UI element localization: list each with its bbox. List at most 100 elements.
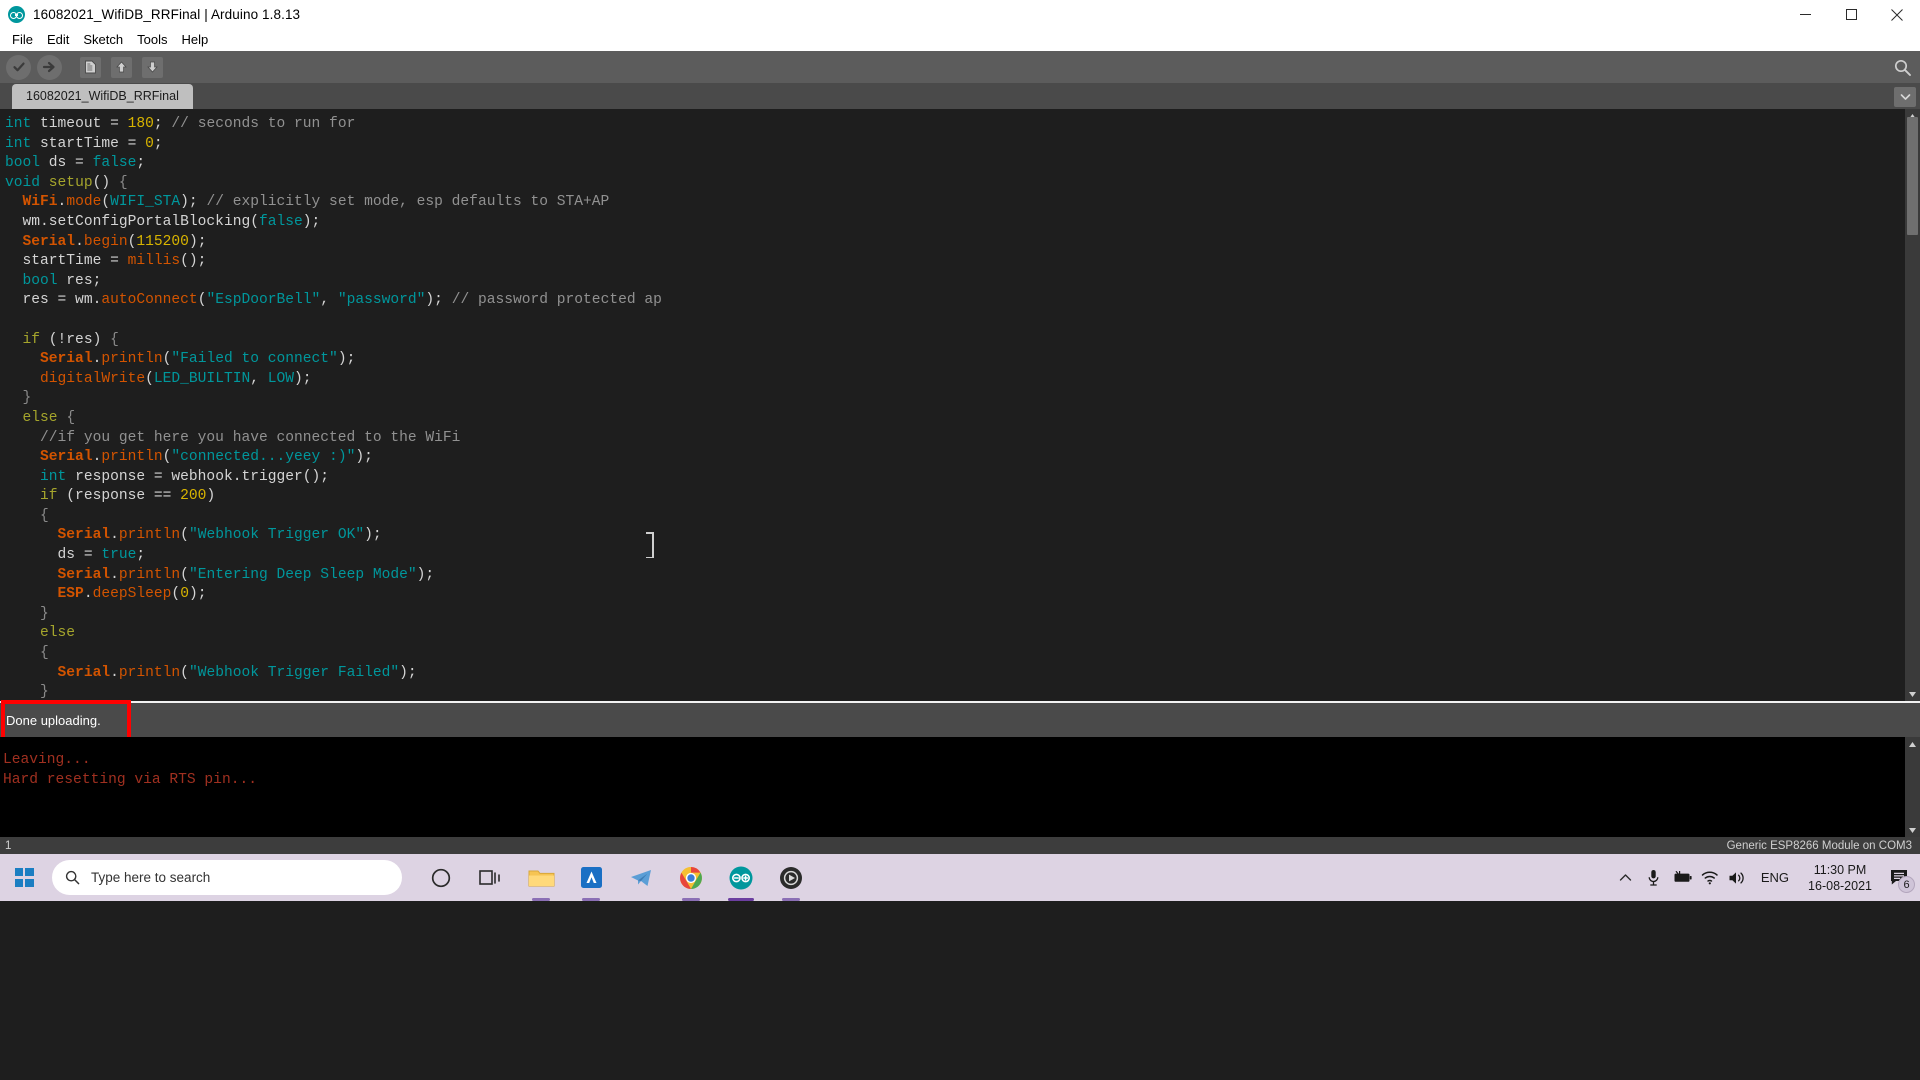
code-line: if (!res) { (0, 331, 1905, 351)
code-token: ds = (40, 155, 93, 172)
arduino-logo-icon (8, 6, 25, 23)
code-token: // password protected ap (451, 292, 662, 309)
code-token: "Failed to connect" (171, 351, 338, 368)
minimize-button[interactable] (1782, 0, 1828, 29)
windows-logo-icon (14, 868, 34, 887)
taskbar-item-file-explorer[interactable] (518, 854, 564, 901)
arduino-icon (729, 866, 753, 889)
tab-sketch-active[interactable]: 16082021_WifiDB_RRFinal (12, 84, 193, 109)
code-line: res = wm.autoConnect("EspDoorBell", "pas… (0, 291, 1905, 311)
code-token: Serial (22, 233, 76, 250)
search-placeholder: Type here to search (91, 870, 211, 885)
code-line: int startTime = 0; (0, 135, 1905, 155)
menu-edit[interactable]: Edit (40, 30, 76, 49)
code-token: ( (145, 370, 154, 387)
code-editor-area: int timeout = 180; // seconds to run for… (0, 109, 1920, 701)
console-scroll-up-arrow-icon[interactable] (1905, 737, 1920, 751)
taskbar-search-input[interactable]: Type here to search (52, 860, 402, 895)
start-button[interactable] (0, 854, 48, 901)
taskbar-item-task-view[interactable] (468, 854, 514, 901)
code-token: 0 (145, 135, 154, 152)
arrow-down-icon (142, 56, 163, 78)
code-token: ; (153, 135, 163, 152)
battery-button[interactable] (1668, 854, 1696, 901)
code-token: { (118, 174, 128, 191)
console-line: Leaving... (3, 752, 91, 768)
code-line: wm.setConfigPortalBlocking(false); (0, 213, 1905, 233)
code-token: bool (22, 272, 58, 289)
tab-menu-button[interactable] (1894, 87, 1916, 107)
menu-file[interactable]: File (5, 30, 40, 49)
ide-toolbar (0, 51, 1920, 83)
code-token: (response == (57, 488, 181, 505)
code-token: } (22, 390, 32, 407)
menu-help[interactable]: Help (174, 30, 215, 49)
code-token: ( (180, 664, 189, 681)
code-line: else { (0, 409, 1905, 429)
code-line: bool res; (0, 272, 1905, 292)
taskbar-item-chrome[interactable] (668, 854, 714, 901)
new-sketch-button[interactable] (77, 54, 104, 81)
microphone-button[interactable] (1640, 854, 1668, 901)
code-editor[interactable]: int timeout = 180; // seconds to run for… (0, 109, 1905, 701)
open-sketch-button[interactable] (108, 54, 135, 81)
close-button[interactable] (1874, 0, 1920, 29)
checkmark-icon (6, 54, 31, 80)
editor-vertical-scrollbar[interactable] (1905, 109, 1920, 701)
taskbar-item-telegram[interactable] (618, 854, 664, 901)
code-line: void setup() { (0, 174, 1905, 194)
folder-icon (528, 870, 554, 886)
console-scroll-down-arrow-icon[interactable] (1905, 823, 1920, 837)
taskbar-item-autocad[interactable] (568, 854, 614, 901)
notifications-button[interactable]: 6 (1882, 854, 1916, 901)
taskbar-item-cortana[interactable] (418, 854, 464, 901)
code-token: ); (188, 586, 207, 603)
speaker-icon (1729, 871, 1745, 884)
code-token: . (83, 586, 93, 603)
code-token: digitalWrite (40, 370, 146, 387)
code-token: startTime = (5, 253, 128, 270)
network-button[interactable] (1696, 854, 1724, 901)
taskbar-item-media-player[interactable] (768, 854, 814, 901)
notification-badge: 6 (1898, 876, 1915, 893)
code-token: response = webhook.trigger(); (66, 468, 330, 485)
code-token: ); (364, 527, 382, 544)
language-indicator[interactable]: ENG (1752, 870, 1798, 885)
code-token: (!res) (40, 331, 111, 348)
serial-monitor-button[interactable] (1890, 55, 1914, 79)
menu-sketch[interactable]: Sketch (76, 30, 130, 49)
code-token: true (101, 547, 137, 564)
code-line: else (0, 624, 1905, 644)
menu-tools[interactable]: Tools (130, 30, 174, 49)
code-token: ; (136, 547, 146, 564)
code-token: begin (83, 233, 128, 250)
upload-button[interactable] (36, 54, 63, 81)
code-token: startTime = (31, 135, 146, 152)
console-text[interactable]: Leaving... Hard resetting via RTS pin... (0, 737, 1905, 837)
maximize-button[interactable] (1828, 0, 1874, 29)
code-line: //if you get here you have connected to … (0, 429, 1905, 449)
scroll-down-arrow-icon[interactable] (1905, 687, 1920, 701)
show-hidden-icons-button[interactable] (1612, 854, 1640, 901)
verify-button[interactable] (5, 54, 32, 81)
editor-scroll-thumb[interactable] (1907, 117, 1918, 235)
clock[interactable]: 11:30 PM 16-08-2021 (1798, 862, 1882, 894)
code-token: res; (57, 272, 102, 289)
code-token: WIFI_STA (110, 194, 181, 211)
code-token: . (110, 527, 119, 544)
code-token: } (40, 605, 49, 622)
code-token: . (57, 194, 67, 211)
taskbar-item-arduino[interactable] (718, 854, 764, 901)
code-token: Serial (57, 664, 111, 681)
code-token: deepSleep (92, 586, 172, 603)
volume-button[interactable] (1724, 854, 1752, 901)
save-sketch-button[interactable] (139, 54, 166, 81)
console-vertical-scrollbar[interactable] (1905, 737, 1920, 837)
